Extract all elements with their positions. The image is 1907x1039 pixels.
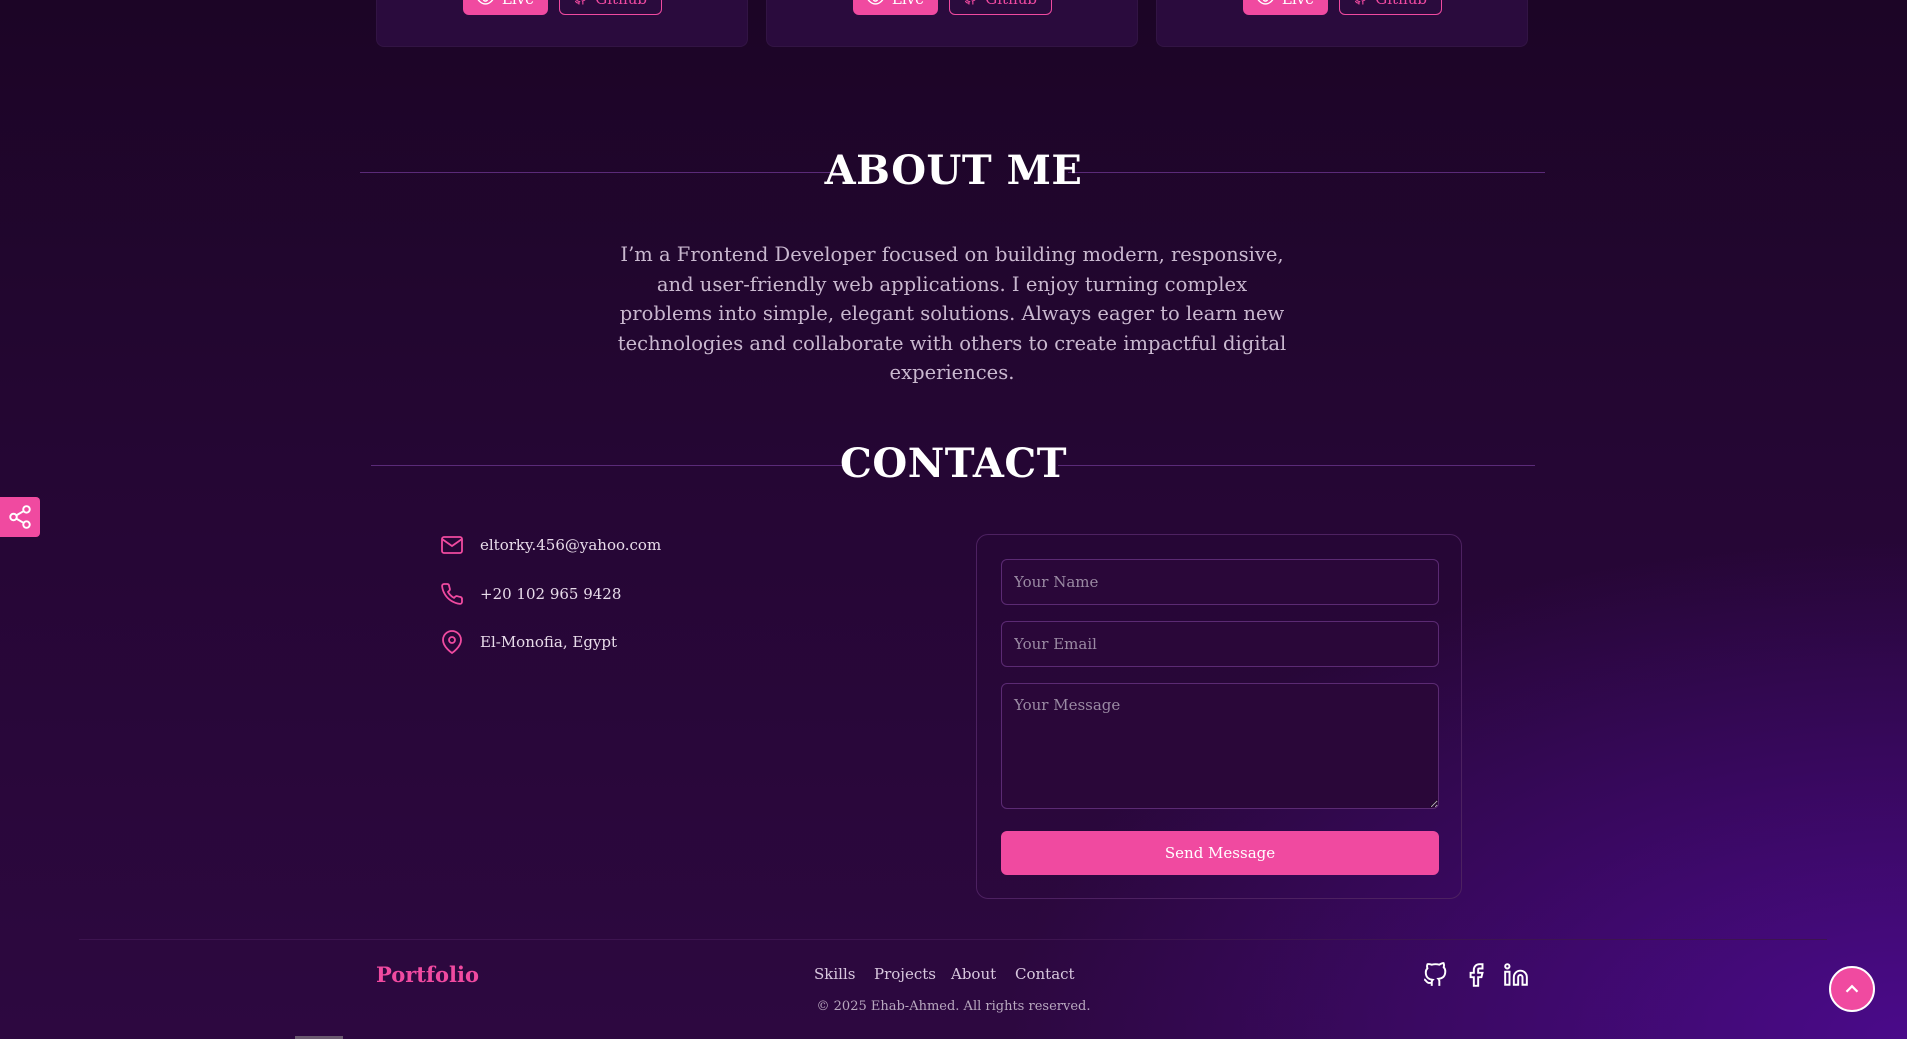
github-button[interactable]: Github bbox=[559, 0, 662, 15]
footer-nav-about[interactable]: About bbox=[951, 965, 996, 983]
contact-title: CONTACT bbox=[840, 440, 1067, 487]
share-icon bbox=[9, 505, 31, 529]
footer-nav-projects[interactable]: Projects bbox=[874, 965, 936, 983]
footer-nav-contact[interactable]: Contact bbox=[1015, 965, 1075, 983]
contact-email-text: eltorky.456@yahoo.com bbox=[480, 536, 662, 554]
live-button[interactable]: Live bbox=[1243, 0, 1328, 15]
project-card: Live Github bbox=[376, 0, 748, 47]
footer-nav-skills[interactable]: Skills bbox=[814, 965, 855, 983]
name-input[interactable] bbox=[1001, 559, 1439, 605]
eye-icon bbox=[1257, 0, 1274, 5]
mail-icon bbox=[441, 536, 463, 554]
live-label: Live bbox=[1282, 0, 1314, 8]
github-icon bbox=[574, 0, 586, 5]
live-button[interactable]: Live bbox=[853, 0, 938, 15]
contact-phone-text: +20 102 965 9428 bbox=[480, 585, 622, 603]
share-button[interactable] bbox=[0, 497, 40, 537]
contact-form: Send Message bbox=[976, 534, 1462, 899]
copyright: © 2025 Ehab-Ahmed. All rights reserved. bbox=[816, 999, 1091, 1014]
live-label: Live bbox=[502, 0, 534, 8]
linkedin-icon[interactable] bbox=[1503, 962, 1529, 988]
contact-location-text: El-Monofia, Egypt bbox=[480, 633, 618, 651]
chevron-up-icon bbox=[1845, 984, 1859, 993]
facebook-icon[interactable] bbox=[1463, 962, 1489, 988]
about-title: ABOUT ME bbox=[824, 147, 1083, 194]
github-button[interactable]: Github bbox=[1339, 0, 1442, 15]
github-label: Github bbox=[985, 0, 1037, 8]
eye-icon bbox=[867, 0, 884, 5]
eye-icon bbox=[477, 0, 494, 5]
project-card: Live Github bbox=[1156, 0, 1528, 47]
contact-location: El-Monofia, Egypt bbox=[440, 630, 617, 654]
contact-email: eltorky.456@yahoo.com bbox=[440, 533, 661, 557]
footer-brand[interactable]: Portfolio bbox=[376, 962, 479, 987]
phone-icon bbox=[441, 583, 463, 605]
github-button[interactable]: Github bbox=[949, 0, 1052, 15]
github-icon bbox=[1354, 0, 1366, 5]
project-card: Live Github bbox=[766, 0, 1138, 47]
scroll-top-button[interactable] bbox=[1829, 966, 1875, 1012]
github-label: Github bbox=[1375, 0, 1427, 8]
email-input[interactable] bbox=[1001, 621, 1439, 667]
footer-divider bbox=[79, 939, 1827, 940]
live-label: Live bbox=[892, 0, 924, 8]
github-label: Github bbox=[595, 0, 647, 8]
send-message-button[interactable]: Send Message bbox=[1001, 831, 1439, 875]
live-button[interactable]: Live bbox=[463, 0, 548, 15]
about-text: I’m a Frontend Developer focused on buil… bbox=[617, 243, 1287, 384]
map-pin-icon bbox=[442, 630, 462, 654]
message-textarea[interactable] bbox=[1001, 683, 1439, 809]
contact-phone: +20 102 965 9428 bbox=[440, 582, 621, 606]
github-icon[interactable] bbox=[1422, 962, 1448, 988]
github-icon bbox=[964, 0, 976, 5]
